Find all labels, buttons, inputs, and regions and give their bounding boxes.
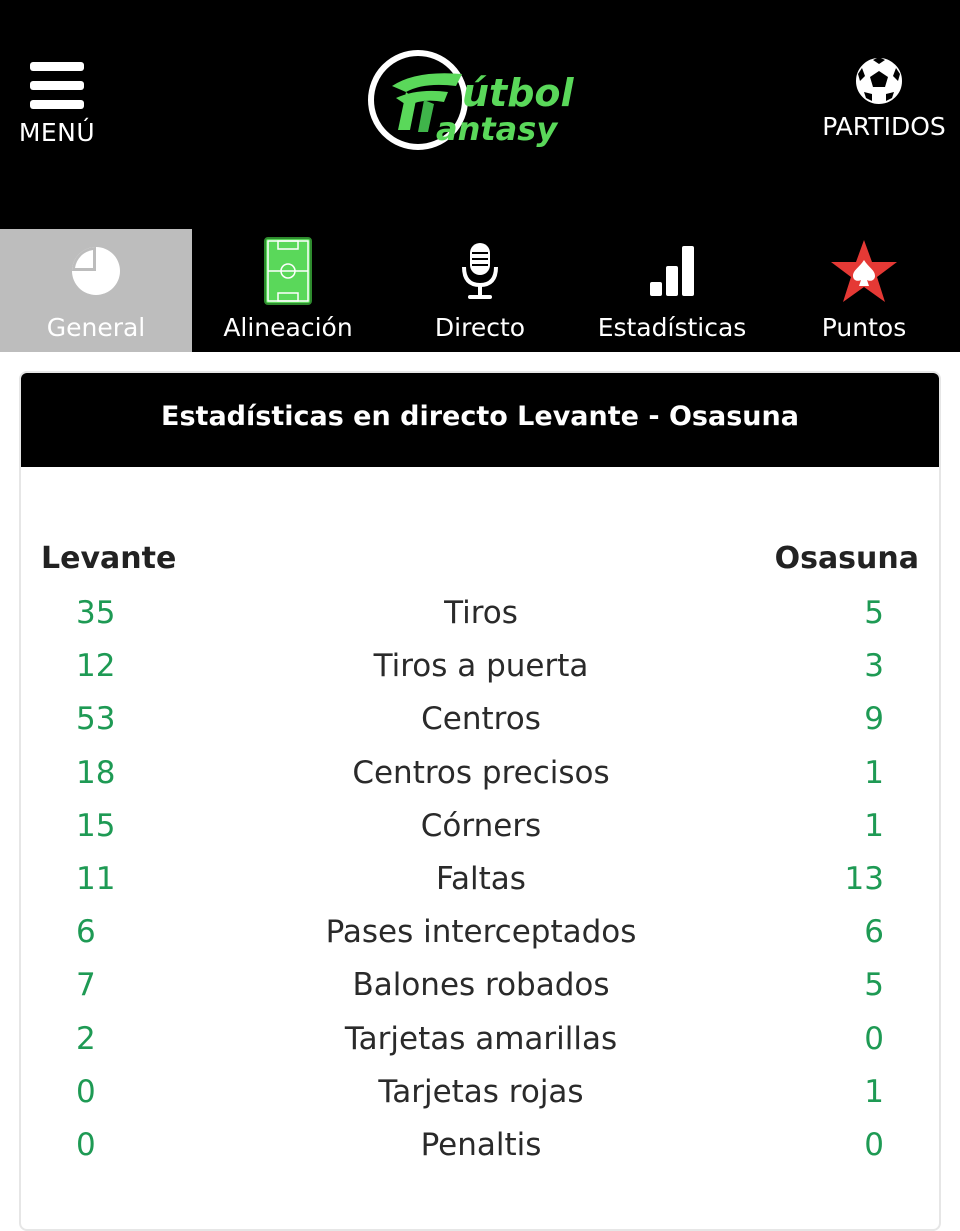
stats-table: 35 Tiros 5 12 Tiros a puerta 3 53 Centro… bbox=[21, 591, 939, 1176]
futbol-fantasy-logo[interactable]: útbol antasy bbox=[366, 48, 598, 152]
card-title: Estadísticas en directo Levante - Osasun… bbox=[161, 401, 799, 432]
tab-puntos[interactable]: Puntos bbox=[768, 229, 960, 352]
tab-estadisticas[interactable]: Estadísticas bbox=[576, 229, 768, 352]
away-value: 1 bbox=[864, 1073, 884, 1110]
top-header: MENÚ útbol antasy PARTIDOS bbox=[0, 0, 960, 229]
matches-button[interactable]: PARTIDOS bbox=[812, 52, 956, 152]
live-stats-card: Estadísticas en directo Levante - Osasun… bbox=[19, 371, 941, 1231]
stat-name: Tarjetas rojas bbox=[378, 1073, 584, 1110]
menu-label: MENÚ bbox=[18, 118, 96, 147]
stat-row: 11 Faltas 13 bbox=[21, 857, 939, 910]
logo-text-top: útbol bbox=[462, 71, 575, 115]
card-header: Estadísticas en directo Levante - Osasun… bbox=[21, 373, 939, 467]
tab-label: Alineación bbox=[223, 313, 353, 342]
hamburger-icon bbox=[30, 62, 84, 110]
menu-button[interactable]: MENÚ bbox=[14, 58, 104, 158]
microphone-icon bbox=[384, 235, 576, 307]
stat-row: 15 Córners 1 bbox=[21, 804, 939, 857]
tab-label: Directo bbox=[434, 313, 526, 342]
tab-directo[interactable]: Directo bbox=[384, 229, 576, 352]
stat-row: 6 Pases interceptados 6 bbox=[21, 910, 939, 963]
tab-label: Puntos bbox=[821, 313, 907, 342]
stat-row: 35 Tiros 5 bbox=[21, 591, 939, 644]
home-team-name: Levante bbox=[41, 541, 177, 576]
stat-row: 7 Balones robados 5 bbox=[21, 963, 939, 1016]
stat-row: 0 Tarjetas rojas 1 bbox=[21, 1070, 939, 1123]
tab-general[interactable]: General bbox=[0, 229, 192, 352]
tab-label: Estadísticas bbox=[597, 313, 747, 342]
stat-name: Tiros bbox=[444, 595, 518, 631]
away-value: 1 bbox=[864, 754, 884, 791]
away-value: 5 bbox=[864, 595, 884, 631]
matches-label: PARTIDOS bbox=[822, 112, 946, 141]
stat-name: Córners bbox=[420, 807, 542, 844]
stat-row: 18 Centros precisos 1 bbox=[21, 751, 939, 804]
soccer-ball-icon bbox=[854, 56, 904, 106]
stat-row: 0 Penaltis 0 bbox=[21, 1123, 939, 1176]
pie-chart-icon bbox=[0, 235, 192, 307]
logo-text-bottom: antasy bbox=[436, 110, 558, 148]
tab-alineacion[interactable]: Alineación bbox=[192, 229, 384, 352]
stat-row: 2 Tarjetas amarillas 0 bbox=[21, 1017, 939, 1070]
away-value: 13 bbox=[844, 860, 884, 897]
away-value: 0 bbox=[864, 1020, 884, 1057]
stat-name: Centros bbox=[421, 701, 541, 738]
away-team-name: Osasuna bbox=[774, 541, 919, 576]
tab-label: General bbox=[46, 313, 146, 342]
stat-row: 53 Centros 9 bbox=[21, 697, 939, 750]
stat-name: Tiros a puerta bbox=[373, 648, 589, 685]
football-pitch-icon bbox=[192, 235, 384, 307]
away-value: 9 bbox=[864, 701, 884, 738]
stat-name: Centros precisos bbox=[352, 754, 610, 791]
stat-name: Penaltis bbox=[420, 1126, 542, 1163]
bar-chart-icon bbox=[576, 235, 768, 307]
away-value: 1 bbox=[864, 807, 884, 844]
away-value: 6 bbox=[864, 914, 884, 951]
stat-row: 12 Tiros a puerta 3 bbox=[21, 644, 939, 697]
stat-name: Pases interceptados bbox=[325, 914, 637, 951]
away-value: 0 bbox=[864, 1126, 884, 1163]
stat-name: Balones robados bbox=[352, 967, 610, 1004]
star-icon bbox=[768, 235, 960, 307]
section-tabs: General Alineación Directo Estadísticas … bbox=[0, 229, 960, 352]
away-value: 5 bbox=[864, 967, 884, 1004]
stat-name: Faltas bbox=[436, 860, 526, 897]
stat-name: Tarjetas amarillas bbox=[344, 1020, 618, 1057]
away-value: 3 bbox=[864, 648, 884, 685]
